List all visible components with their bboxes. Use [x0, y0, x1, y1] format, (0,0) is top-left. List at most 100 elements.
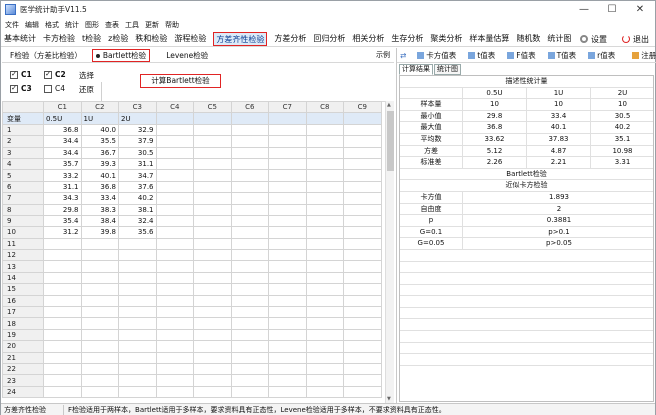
data-cell[interactable] — [305, 249, 344, 262]
data-cell[interactable] — [155, 260, 194, 273]
data-cell[interactable] — [343, 317, 382, 330]
data-cell[interactable]: 35.4 — [43, 214, 82, 228]
data-cell[interactable] — [155, 283, 194, 296]
data-cell[interactable] — [155, 294, 194, 308]
data-cell[interactable] — [268, 306, 307, 319]
data-cell[interactable] — [268, 157, 307, 171]
data-cell[interactable] — [268, 317, 307, 330]
data-cell[interactable] — [343, 260, 382, 273]
data-cell[interactable] — [343, 169, 382, 182]
data-cell[interactable] — [155, 192, 194, 205]
data-cell[interactable] — [268, 226, 307, 239]
data-cell[interactable] — [43, 271, 82, 285]
menu-item[interactable]: 图形 — [85, 20, 99, 30]
table-lookup-button[interactable]: T值表 — [547, 50, 583, 61]
module-tab[interactable]: 统计图 — [547, 32, 571, 46]
data-cell[interactable] — [155, 180, 194, 194]
example-link[interactable]: 示例 — [376, 50, 390, 60]
data-cell[interactable] — [118, 328, 157, 342]
data-cell[interactable] — [305, 271, 344, 285]
register-button[interactable]: 注册 — [632, 50, 656, 61]
variable-name-cell[interactable] — [155, 112, 194, 125]
data-cell[interactable] — [343, 385, 382, 399]
data-cell[interactable] — [155, 203, 194, 216]
tab-levene[interactable]: Levene检验 — [166, 50, 208, 61]
variable-name-cell[interactable] — [230, 112, 269, 125]
module-tab[interactable]: 随机数 — [516, 32, 540, 46]
data-cell[interactable] — [343, 135, 382, 148]
data-cell[interactable]: 33.2 — [43, 169, 82, 182]
data-cell[interactable]: 29.8 — [43, 203, 82, 216]
data-cell[interactable] — [268, 249, 307, 262]
data-cell[interactable] — [343, 362, 382, 376]
column-header[interactable]: C6 — [230, 101, 269, 114]
data-cell[interactable] — [193, 203, 232, 216]
data-cell[interactable] — [230, 340, 269, 353]
data-cell[interactable] — [155, 226, 194, 239]
data-cell[interactable] — [155, 328, 194, 342]
data-cell[interactable]: 31.1 — [43, 180, 82, 194]
data-cell[interactable]: 38.3 — [80, 203, 119, 216]
data-cell[interactable] — [268, 192, 307, 205]
data-cell[interactable] — [230, 294, 269, 308]
module-tab[interactable]: 回归分析 — [313, 32, 345, 46]
data-cell[interactable] — [155, 214, 194, 228]
column-header[interactable]: C4 — [155, 101, 194, 114]
restore-button[interactable]: 还原 — [79, 84, 94, 95]
data-cell[interactable] — [268, 328, 307, 342]
data-cell[interactable] — [305, 306, 344, 319]
data-cell[interactable] — [193, 237, 232, 251]
data-cell[interactable] — [305, 340, 344, 353]
data-cell[interactable] — [305, 203, 344, 216]
data-cell[interactable] — [305, 146, 344, 159]
data-cell[interactable] — [268, 203, 307, 216]
data-cell[interactable]: 33.4 — [80, 192, 119, 205]
checkbox-c2[interactable]: ✓ C2 — [44, 70, 66, 79]
data-cell[interactable] — [193, 271, 232, 285]
data-cell[interactable] — [305, 385, 344, 399]
column-header[interactable]: C1 — [43, 101, 82, 114]
data-cell[interactable] — [193, 146, 232, 159]
checkbox-c4[interactable]: C4 — [44, 84, 65, 93]
tab-bartlett[interactable]: Bartlett检验 — [91, 48, 151, 62]
data-cell[interactable]: 34.4 — [43, 146, 82, 159]
module-tab[interactable]: 相关分析 — [352, 32, 384, 46]
data-cell[interactable] — [193, 374, 232, 387]
data-cell[interactable] — [43, 385, 82, 399]
data-grid[interactable]: C1 C2 C3 C4 C5 C6 C7 C8 C9 变量 0.5U 1U 2U 1 36.8 40.0 32.… — [2, 101, 385, 403]
module-tab[interactable]: 聚类分析 — [430, 32, 462, 46]
data-cell[interactable] — [155, 362, 194, 376]
data-cell[interactable] — [118, 249, 157, 262]
data-cell[interactable] — [305, 157, 344, 171]
data-cell[interactable]: 35.6 — [118, 226, 157, 239]
module-tab[interactable]: 基本统计 — [4, 32, 36, 46]
data-cell[interactable] — [268, 283, 307, 296]
maximize-button[interactable]: ☐ — [599, 1, 625, 18]
data-cell[interactable] — [343, 351, 382, 365]
column-header[interactable]: C2 — [80, 101, 119, 114]
data-cell[interactable] — [155, 306, 194, 319]
menu-item[interactable]: 工具 — [125, 20, 139, 30]
data-cell[interactable] — [193, 214, 232, 228]
data-cell[interactable] — [193, 180, 232, 194]
data-cell[interactable] — [193, 123, 232, 137]
column-header[interactable]: C3 — [118, 101, 157, 114]
data-cell[interactable]: 32.9 — [118, 123, 157, 137]
data-cell[interactable] — [118, 260, 157, 273]
module-tab[interactable]: 卡方检验 — [43, 32, 75, 46]
data-cell[interactable] — [343, 328, 382, 342]
data-cell[interactable] — [230, 123, 269, 137]
data-cell[interactable] — [193, 351, 232, 365]
data-cell[interactable] — [268, 294, 307, 308]
data-cell[interactable]: 39.8 — [80, 226, 119, 239]
table-lookup-button[interactable]: t值表 — [468, 50, 501, 61]
data-cell[interactable] — [193, 157, 232, 171]
data-cell[interactable] — [305, 135, 344, 148]
column-header[interactable]: C9 — [343, 101, 382, 114]
data-cell[interactable] — [230, 260, 269, 273]
data-cell[interactable] — [43, 306, 82, 319]
data-cell[interactable]: 36.8 — [80, 180, 119, 194]
variable-name-cell[interactable] — [268, 112, 307, 125]
data-cell[interactable] — [230, 135, 269, 148]
table-lookup-button[interactable]: F值表 — [507, 50, 541, 61]
